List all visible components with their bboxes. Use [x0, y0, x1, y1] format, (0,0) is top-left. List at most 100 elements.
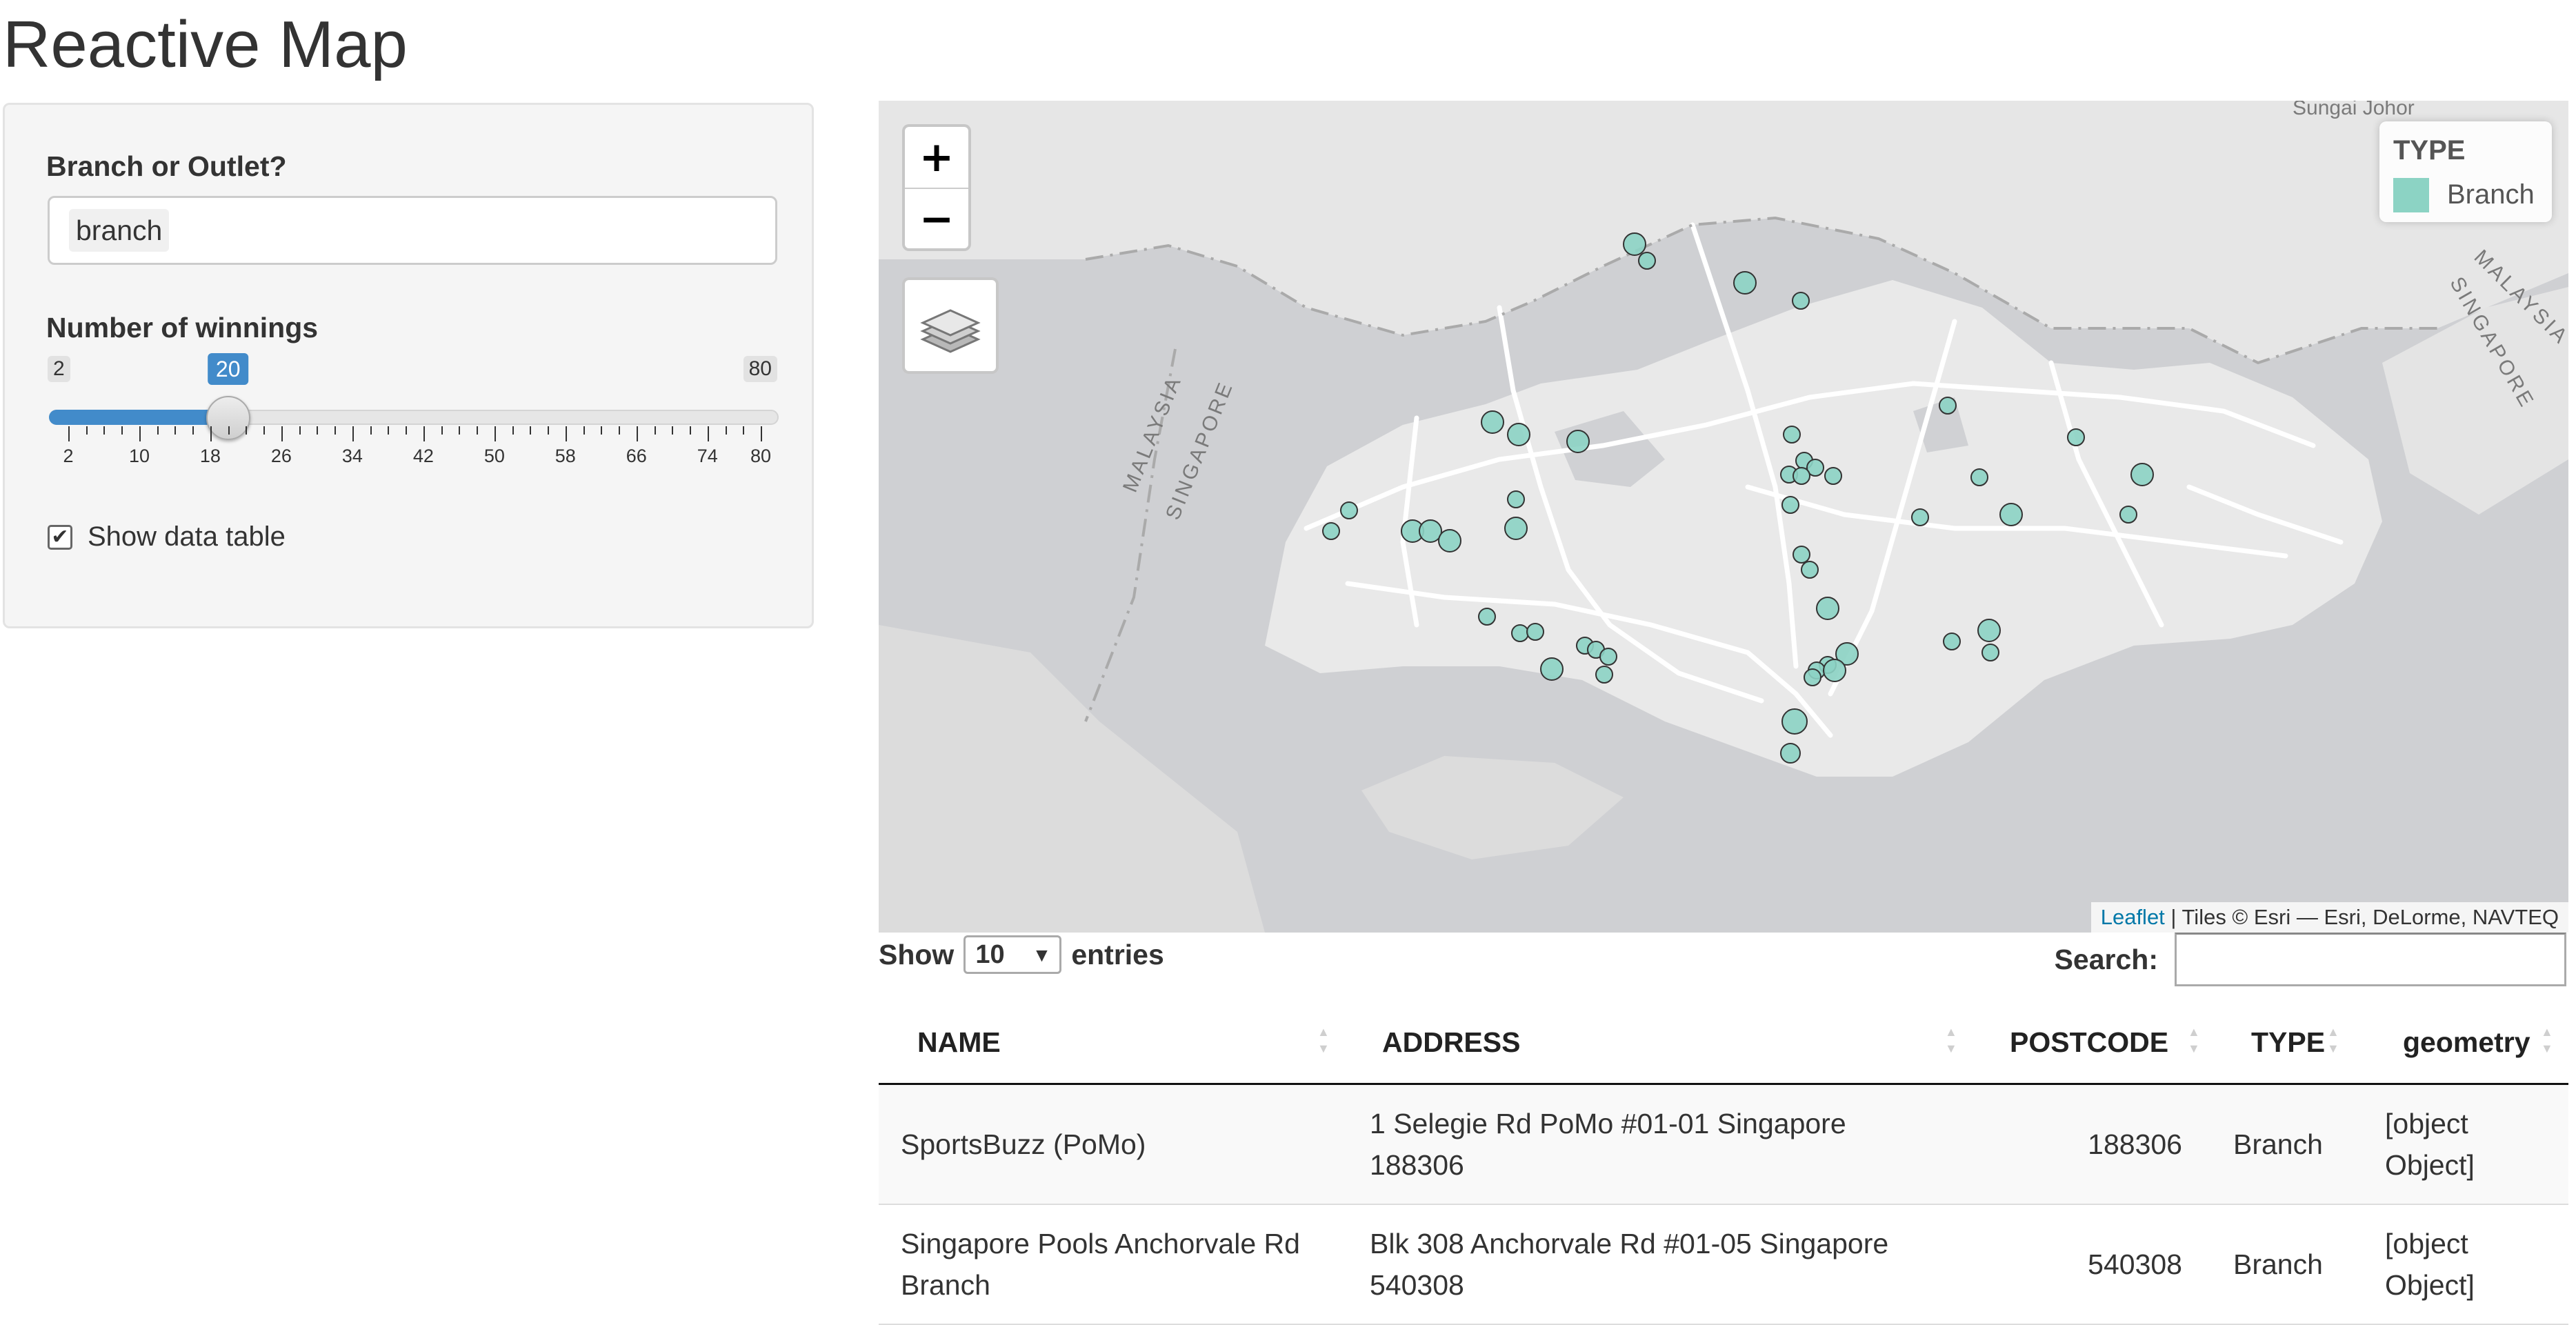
- branch-marker[interactable]: [1504, 517, 1528, 540]
- slider-tick: [210, 426, 212, 441]
- sort-icon[interactable]: ▲ ▼: [2541, 1024, 2553, 1057]
- slider-tick-label: 2: [63, 446, 74, 466]
- column-header-name[interactable]: NAME: [917, 1026, 1001, 1059]
- branch-marker[interactable]: [1781, 496, 1799, 514]
- slider-tick: [352, 426, 354, 441]
- layers-button[interactable]: [902, 277, 999, 374]
- slider-fill: [49, 410, 228, 425]
- search-input[interactable]: [2175, 933, 2566, 986]
- cell-geometry: [object Object]: [2385, 1228, 2475, 1301]
- branch-marker[interactable]: [1824, 467, 1842, 485]
- cell-type: Branch: [2233, 1248, 2323, 1280]
- slider-tick: [86, 426, 88, 435]
- slider-tick: [228, 426, 230, 435]
- slider-tick-label: 50: [483, 446, 505, 466]
- slider-tick: [725, 426, 727, 435]
- slider-tick: [406, 426, 408, 435]
- zoom-control: + −: [902, 124, 971, 251]
- legend-title: TYPE: [2393, 135, 2466, 166]
- slider-tick-label: 42: [412, 446, 434, 466]
- branch-marker[interactable]: [1595, 666, 1613, 684]
- branch-marker[interactable]: [1511, 624, 1529, 642]
- branch-marker[interactable]: [1981, 644, 1999, 661]
- branch-marker[interactable]: [1623, 232, 1646, 256]
- show-table-checkbox[interactable]: ✔: [48, 524, 72, 550]
- branch-marker[interactable]: [1783, 426, 1801, 444]
- branch-marker[interactable]: [1526, 623, 1544, 641]
- map[interactable]: MALAYSIA SINGAPORE MALAYSIA SINGAPORE Su…: [879, 101, 2568, 933]
- column-header-type[interactable]: TYPE: [2251, 1026, 2325, 1059]
- show-table-checkbox-row[interactable]: ✔ Show data table: [48, 521, 286, 552]
- column-header-address[interactable]: ADDRESS: [1382, 1026, 1520, 1059]
- sort-icon[interactable]: ▲ ▼: [2188, 1024, 2200, 1057]
- branch-marker[interactable]: [1977, 619, 2001, 642]
- slider-tick: [263, 426, 266, 435]
- entries-select-value[interactable]: 10: [975, 940, 1004, 970]
- branch-marker[interactable]: [1793, 546, 1810, 564]
- cell-geometry: [object Object]: [2385, 1108, 2475, 1181]
- branch-marker[interactable]: [1939, 397, 1957, 415]
- branch-marker[interactable]: [1566, 430, 1590, 453]
- slider-tick: [174, 426, 177, 435]
- branch-marker[interactable]: [1540, 657, 1564, 681]
- entries-select[interactable]: 10 ▼: [963, 935, 1062, 974]
- sort-icon[interactable]: ▲ ▼: [1945, 1024, 1957, 1057]
- leaflet-link[interactable]: Leaflet: [2101, 905, 2165, 929]
- winnings-slider[interactable]: 2 80 20 2 10 18 26 34 42 50 58 66 74 80: [48, 353, 779, 477]
- slider-tick: [281, 426, 283, 441]
- branch-marker[interactable]: [1438, 529, 1461, 552]
- slider-tick: [494, 426, 496, 441]
- page-title: Reactive Map: [3, 8, 408, 81]
- branch-marker[interactable]: [1322, 522, 1340, 540]
- show-table-label[interactable]: Show data table: [88, 521, 286, 552]
- zoom-in-button[interactable]: +: [905, 127, 968, 188]
- branch-marker[interactable]: [1781, 708, 1808, 735]
- branch-marker[interactable]: [1340, 501, 1358, 519]
- slider-max-label: 80: [743, 356, 777, 382]
- slider-tick: [335, 426, 337, 435]
- branch-marker[interactable]: [2130, 463, 2154, 486]
- branch-marker[interactable]: [1970, 468, 1988, 486]
- type-select-label: Branch or Outlet?: [46, 150, 287, 182]
- cell-postcode: 188306: [2088, 1128, 2182, 1160]
- table-row[interactable]: SportsBuzz (PoMo) 1 Selegie Rd PoMo #01-…: [879, 1085, 2568, 1205]
- branch-marker[interactable]: [1801, 561, 1819, 579]
- sort-icon[interactable]: ▲ ▼: [2327, 1024, 2339, 1057]
- branch-marker[interactable]: [1507, 423, 1530, 446]
- branch-marker[interactable]: [1478, 608, 1496, 626]
- sort-icon[interactable]: ▲ ▼: [1317, 1024, 1330, 1057]
- branch-marker[interactable]: [1943, 632, 1961, 650]
- branch-marker[interactable]: [1638, 252, 1656, 270]
- land-islands-south: [1361, 756, 1624, 859]
- column-header-postcode[interactable]: POSTCODE: [2010, 1026, 2168, 1059]
- branch-marker[interactable]: [1792, 292, 1810, 310]
- slider-tick: [583, 426, 585, 435]
- slider-tick: [370, 426, 372, 435]
- slider-tick: [139, 426, 141, 441]
- type-select[interactable]: branch: [48, 196, 777, 265]
- table-length-control: Show 10 ▼ entries: [879, 935, 1164, 974]
- branch-marker[interactable]: [1999, 503, 2023, 526]
- branch-marker[interactable]: [1599, 648, 1617, 666]
- branch-marker[interactable]: [1793, 467, 1810, 485]
- branch-marker[interactable]: [1823, 659, 1846, 682]
- zoom-out-button[interactable]: −: [905, 188, 968, 250]
- branch-marker[interactable]: [2067, 428, 2085, 446]
- slider-tick: [388, 426, 390, 435]
- slider-tick: [530, 426, 532, 435]
- branch-marker[interactable]: [2119, 506, 2137, 524]
- search-label: Search:: [2054, 943, 2158, 975]
- branch-marker[interactable]: [1780, 743, 1801, 764]
- branch-marker[interactable]: [1816, 597, 1839, 620]
- cell-name: SportsBuzz (PoMo): [901, 1128, 1146, 1160]
- branch-marker[interactable]: [1507, 490, 1525, 508]
- type-select-value[interactable]: branch: [69, 209, 170, 252]
- table-row[interactable]: Singapore Pools Anchorvale Rd Branch Blk …: [879, 1205, 2568, 1325]
- branch-marker[interactable]: [1419, 519, 1442, 543]
- branch-marker[interactable]: [1481, 410, 1504, 434]
- cell-type: Branch: [2233, 1128, 2323, 1160]
- column-header-geometry[interactable]: geometry: [2403, 1026, 2530, 1059]
- branch-marker[interactable]: [1733, 271, 1757, 295]
- branch-marker[interactable]: [1804, 668, 1821, 686]
- branch-marker[interactable]: [1911, 508, 1929, 526]
